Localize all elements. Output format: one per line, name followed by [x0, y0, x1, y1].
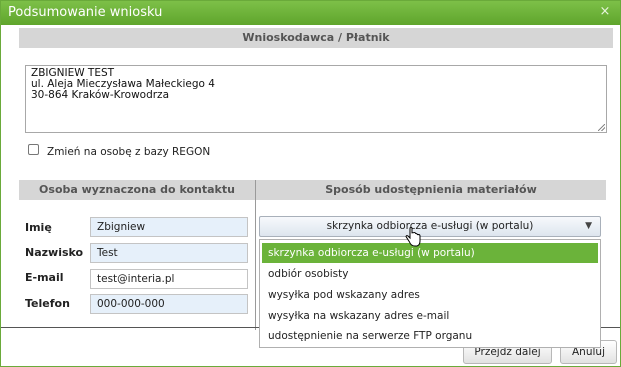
last-name-label: Nazwisko — [25, 246, 84, 259]
column-divider — [255, 180, 256, 330]
email-input[interactable]: test@interia.pl — [90, 269, 248, 289]
summary-dialog: Podsumowanie wniosku × Wnioskodawca / Pł… — [0, 0, 621, 367]
sharing-method-dropdown: skrzynka odbiorcza e-usługi (w portalu) … — [259, 239, 601, 348]
dropdown-option[interactable]: odbiór osobisty — [262, 264, 598, 284]
dialog-titlebar[interactable]: Podsumowanie wniosku × — [1, 1, 620, 25]
sharing-section-header: Sposób udostępnienia materiałów — [256, 180, 606, 200]
applicant-section-header: Wnioskodawca / Płatnik — [19, 28, 613, 48]
dropdown-option[interactable]: wysyłka pod wskazany adres — [262, 285, 598, 305]
contact-section-header: Osoba wyznaczona do kontaktu — [19, 180, 255, 200]
dropdown-option[interactable]: wysyłka na wskazany adres e-mail — [262, 306, 598, 326]
hand-pointer-icon — [405, 227, 421, 247]
sharing-method-selected-value: skrzynka odbiorcza e-usługi (w portalu) — [326, 220, 534, 232]
phone-label: Telefon — [25, 297, 70, 310]
regon-checkbox-label[interactable]: Zmień na osobę z bazy REGON — [47, 146, 210, 158]
dropdown-option[interactable]: skrzynka odbiorcza e-usługi (w portalu) — [262, 243, 598, 263]
sharing-method-select[interactable]: skrzynka odbiorcza e-usługi (w portalu) … — [259, 216, 601, 237]
regon-checkbox[interactable] — [28, 144, 39, 155]
dialog-title: Podsumowanie wniosku — [8, 5, 163, 20]
phone-input[interactable]: 000-000-000 — [90, 294, 248, 314]
close-icon[interactable]: × — [598, 5, 612, 19]
first-name-input[interactable]: Zbigniew — [90, 217, 248, 237]
chevron-down-icon[interactable]: ▼ — [585, 217, 592, 236]
dropdown-option[interactable]: udostępnienie na serwerze FTP organu — [262, 326, 598, 346]
resize-grip-icon[interactable] — [598, 124, 605, 131]
first-name-label: Imię — [25, 221, 52, 234]
last-name-input[interactable]: Test — [90, 243, 248, 263]
email-label: E-mail — [25, 271, 64, 284]
applicant-address-textarea[interactable]: ZBIGNIEW TEST ul. Aleja Mieczysława Małe… — [25, 65, 607, 133]
